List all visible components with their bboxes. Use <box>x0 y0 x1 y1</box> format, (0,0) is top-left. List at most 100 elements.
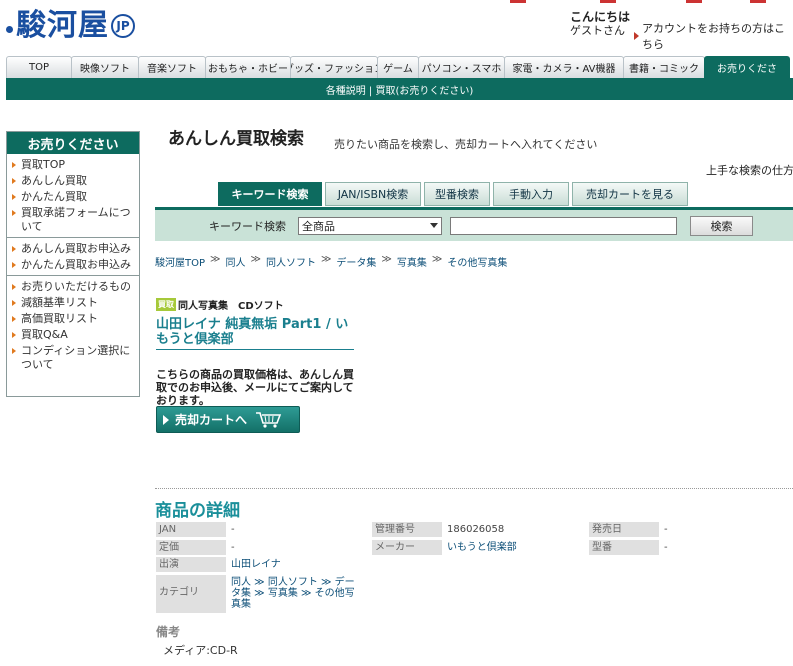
search-tip-link[interactable]: 上手な検索の仕方 <box>706 162 793 178</box>
sub-nav-bar[interactable]: 各種説明 | 買取(お売りください) <box>6 78 793 100</box>
sidebar-item-high-price-list[interactable]: 高価買取リスト <box>7 311 139 327</box>
logo-text: 駿河屋 <box>16 8 109 43</box>
sidebar-item-consent-form[interactable]: 買取承諾フォームについて <box>7 205 139 235</box>
account-link[interactable]: アカウントをお持ちの方はこちら <box>634 20 793 52</box>
logo-jp-badge: JP <box>111 14 135 38</box>
search-label: キーワード検索 <box>209 219 286 233</box>
sidebar-item-anshin[interactable]: あんしん買取 <box>7 173 139 189</box>
sidebar-item-label: 減額基準リスト <box>21 296 98 309</box>
sidebar-group-info: お売りいただけるもの 減額基準リスト 高価買取リスト 買取Q&A コンディション… <box>7 276 139 375</box>
sidebar-item-condition[interactable]: コンディション選択について <box>7 343 139 373</box>
mgmt-number-label: 管理番号 <box>372 522 442 537</box>
cast-label: 出演 <box>156 557 226 572</box>
page-subtitle: 売りたい商品を検索し、売却カートへ入れてください <box>334 138 598 151</box>
search-button[interactable]: 検索 <box>690 215 753 236</box>
tab-jan-isbn-search[interactable]: JAN/ISBN検索 <box>325 182 421 206</box>
sidebar-item-label: 買取承諾フォームについて <box>21 206 131 233</box>
nav-tab-electronics[interactable]: 家電・カメラ・AV機器 <box>504 56 624 78</box>
sidebar-item-kaitori-top[interactable]: 買取TOP <box>7 157 139 173</box>
model-number-label: 型番 <box>589 540 659 555</box>
sidebar-item-label: あんしん買取 <box>21 174 87 187</box>
triangle-right-icon <box>634 32 639 40</box>
tab-keyword-search[interactable]: キーワード検索 <box>218 182 322 206</box>
mgmt-number-value: 186026058 <box>447 524 505 535</box>
section-divider <box>155 488 793 489</box>
breadcrumb-separator: ≫ <box>381 254 392 265</box>
bullet-icon <box>12 162 16 168</box>
sidebar-item-reduction-list[interactable]: 減額基準リスト <box>7 295 139 311</box>
bullet-icon <box>12 194 16 200</box>
model-number-value: - <box>664 542 668 553</box>
breadcrumb-item[interactable]: データ集 <box>336 254 376 269</box>
search-bar: キーワード検索 全商品 検索 <box>155 207 793 241</box>
sidebar-item-kantan[interactable]: かんたん買取 <box>7 189 139 205</box>
bullet-icon <box>12 210 16 216</box>
logo-dot <box>6 25 13 33</box>
sidebar-item-qa[interactable]: 買取Q&A <box>7 327 139 343</box>
nav-tab-pc[interactable]: パソコン・スマホ <box>418 56 505 78</box>
bullet-icon <box>12 246 16 252</box>
product-category-row: 買取 同人写真集 CDソフト <box>156 297 284 312</box>
category-select[interactable]: 全商品 <box>298 216 442 235</box>
tab-view-sell-cart[interactable]: 売却カートを見る <box>572 182 688 206</box>
search-input[interactable] <box>450 216 677 235</box>
greeting: こんにちは ゲストさん <box>570 10 630 38</box>
add-to-sell-cart-button[interactable]: 売却カートへ <box>156 406 300 433</box>
sidebar-item-kantan-apply[interactable]: かんたん買取お申込み <box>7 257 139 273</box>
sidebar-item-label: 買取TOP <box>21 158 66 171</box>
breadcrumb-item[interactable]: 写真集 <box>397 254 427 269</box>
nav-tab-sell[interactable]: お売りくださ <box>704 56 790 78</box>
maker-label: メーカー <box>372 540 442 555</box>
kaitori-badge: 買取 <box>156 298 176 311</box>
tab-model-search[interactable]: 型番検索 <box>424 182 490 206</box>
bullet-icon <box>12 348 16 354</box>
nav-tab-top[interactable]: TOP <box>6 56 72 78</box>
breadcrumb: 駿河屋TOP ≫ 同人 ≫ 同人ソフト ≫ データ集 ≫ 写真集 ≫ その他写真集 <box>155 254 507 269</box>
category-select-value: 全商品 <box>302 219 335 233</box>
account-link-label: アカウントをお持ちの方はこちら <box>642 22 785 51</box>
nav-tab-goods[interactable]: グッズ・ファッション <box>290 56 378 78</box>
sidebar-item-label: コンディション選択について <box>21 344 131 371</box>
release-date-label: 発売日 <box>589 522 659 537</box>
remarks-value: メディア:CD-R <box>163 644 238 657</box>
nav-tab-music[interactable]: 音楽ソフト <box>138 56 206 78</box>
category-label: カテゴリ <box>156 575 226 613</box>
arrow-right-icon <box>163 414 169 425</box>
maker-value[interactable]: いもうと倶楽部 <box>444 540 520 555</box>
cart-icon <box>256 411 282 428</box>
price-value: - <box>231 542 235 553</box>
category-value[interactable]: 同人 ≫ 同人ソフト ≫ データ集 ≫ 写真集 ≫ その他写真集 <box>228 575 364 612</box>
breadcrumb-item[interactable]: その他写真集 <box>447 254 507 269</box>
breadcrumb-separator: ≫ <box>431 254 443 265</box>
search-tabs: キーワード検索 JAN/ISBN検索 型番検索 手動入力 売却カートを見る <box>218 182 688 206</box>
nav-tab-books[interactable]: 書籍・コミック <box>623 56 705 78</box>
cast-value[interactable]: 山田レイナ <box>228 557 284 572</box>
site-logo[interactable]: 駿河屋 JP <box>6 2 135 43</box>
top-strip <box>510 0 770 4</box>
page-title: あんしん買取検索 <box>168 129 304 149</box>
sidebar-item-label: かんたん買取 <box>21 190 87 203</box>
breadcrumb-separator: ≫ <box>320 254 332 265</box>
breadcrumb-item[interactable]: 同人ソフト <box>266 254 316 269</box>
nav-tab-games[interactable]: ゲーム <box>377 56 419 78</box>
sidebar-item-label: 買取Q&A <box>21 328 68 341</box>
greeting-text: こんにちは <box>570 10 631 24</box>
sidebar: お売りください 買取TOP あんしん買取 かんたん買取 買取承諾フォームについて… <box>6 131 140 397</box>
add-to-sell-cart-label: 売却カートへ <box>175 413 248 427</box>
sidebar-item-sellable[interactable]: お売りいただけるもの <box>7 279 139 295</box>
sidebar-item-label: お売りいただけるもの <box>21 280 131 293</box>
breadcrumb-item[interactable]: 同人 <box>225 254 245 269</box>
nav-tab-video[interactable]: 映像ソフト <box>71 56 139 78</box>
sidebar-item-label: 高価買取リスト <box>21 312 98 325</box>
sidebar-item-anshin-apply[interactable]: あんしん買取お申込み <box>7 241 139 257</box>
breadcrumb-item[interactable]: 駿河屋TOP <box>155 254 205 269</box>
breadcrumb-separator: ≫ <box>210 254 221 265</box>
jan-value: - <box>231 524 235 535</box>
remarks-heading: 備考 <box>156 625 181 639</box>
product-title: 山田レイナ 純真無垢 Part1 / いもうと倶楽部 <box>156 317 354 350</box>
details-heading: 商品の詳細 <box>155 501 240 521</box>
sidebar-group-apply: あんしん買取お申込み かんたん買取お申込み <box>7 238 139 276</box>
tab-manual-input[interactable]: 手動入力 <box>493 182 569 206</box>
bullet-icon <box>12 178 16 184</box>
nav-tab-toys[interactable]: おもちゃ・ホビー <box>205 56 291 78</box>
